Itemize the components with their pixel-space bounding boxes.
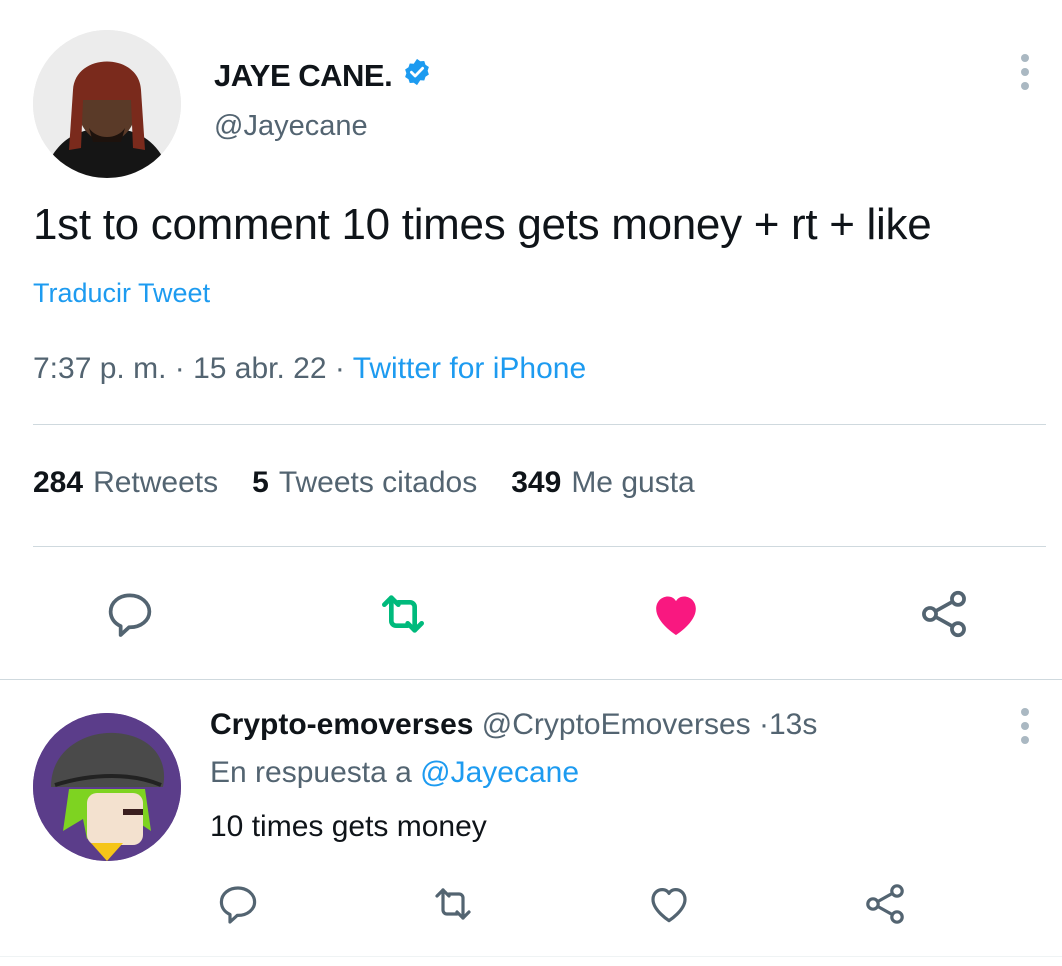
reply-text: 10 times gets money <box>210 810 487 843</box>
meta-separator: · <box>174 352 185 385</box>
verified-badge-icon <box>402 57 432 95</box>
engagement-stats: 284 Retweets 5 Tweets citados 349 Me gusta <box>33 466 695 500</box>
retweet-icon[interactable] <box>429 880 477 928</box>
reply-context: En respuesta a @Jayecane <box>210 756 579 790</box>
meta-separator: · <box>334 352 345 385</box>
reply-icon[interactable] <box>102 586 158 642</box>
divider <box>33 546 1046 547</box>
reply-separator: · <box>758 708 769 741</box>
in-reply-to-handle[interactable]: @Jayecane <box>420 756 579 789</box>
quotes-stat[interactable]: 5 Tweets citados <box>252 466 477 500</box>
like-icon[interactable] <box>645 880 693 928</box>
divider <box>33 424 1046 425</box>
tweet-separator <box>0 679 1062 680</box>
tweet-text: 1st to comment 10 times gets money + rt … <box>33 200 932 249</box>
tweet-date[interactable]: 15 abr. 22 <box>193 352 326 385</box>
tweet-source-link[interactable]: Twitter for iPhone <box>353 352 586 385</box>
more-options-icon[interactable] <box>1014 52 1036 92</box>
retweets-stat[interactable]: 284 Retweets <box>33 466 218 500</box>
likes-stat[interactable]: 349 Me gusta <box>511 466 694 500</box>
reply-author-avatar[interactable] <box>33 713 181 861</box>
reply-author-name[interactable]: Crypto-emoverses <box>210 708 473 741</box>
retweet-icon[interactable] <box>375 586 431 642</box>
tweet-time[interactable]: 7:37 p. m. <box>33 352 166 385</box>
share-icon[interactable] <box>861 880 909 928</box>
author-avatar[interactable] <box>33 30 181 178</box>
translate-tweet-link[interactable]: Traducir Tweet <box>33 278 210 309</box>
tweet-meta: 7:37 p. m. · 15 abr. 22 · Twitter for iP… <box>33 352 586 386</box>
reply-time[interactable]: 13s <box>769 708 817 741</box>
like-icon-filled[interactable] <box>648 586 704 642</box>
author-handle[interactable]: @Jayecane <box>214 110 368 143</box>
author-name-row[interactable]: JAYE CANE. <box>214 57 432 95</box>
reply-more-options-icon[interactable] <box>1014 706 1036 746</box>
share-icon[interactable] <box>916 586 972 642</box>
bottom-divider <box>0 956 1062 957</box>
reply-header: Crypto-emoverses @CryptoEmoverses ·13s <box>210 708 817 742</box>
in-reply-to-label: En respuesta a <box>210 756 412 789</box>
author-name[interactable]: JAYE CANE. <box>214 58 393 94</box>
reply-author-handle[interactable]: @CryptoEmoverses <box>482 708 751 741</box>
reply-icon[interactable] <box>214 880 262 928</box>
